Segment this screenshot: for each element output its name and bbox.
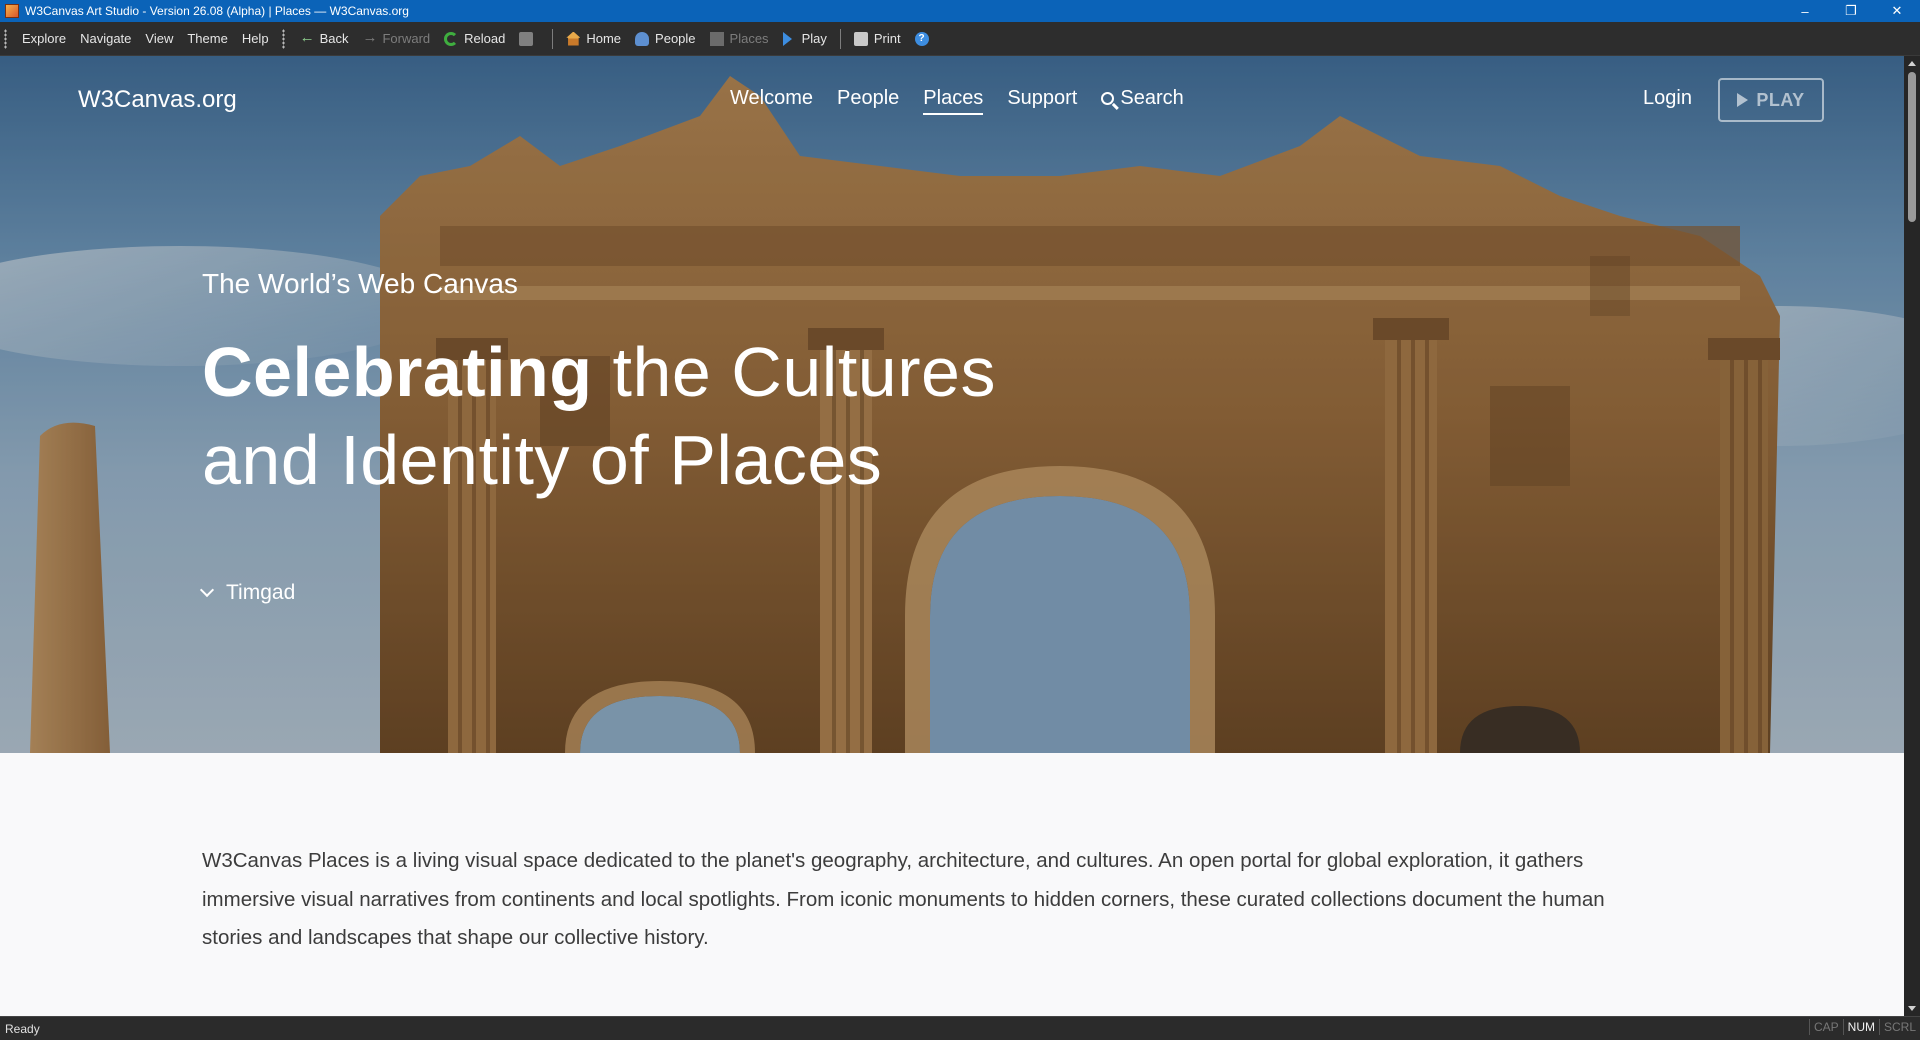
- play-icon: [782, 31, 792, 46]
- places-label: Places: [729, 31, 769, 46]
- print-label: Print: [873, 31, 901, 46]
- nav-search-label: Search: [1120, 87, 1184, 109]
- image-caption: Timgad: [226, 581, 296, 604]
- window-title: W3Canvas Art Studio - Version 26.08 (Alp…: [25, 4, 409, 18]
- play-label: Play: [801, 31, 827, 46]
- browser-viewport: W3Canvas.org Welcome People Places Suppo…: [0, 56, 1904, 1016]
- hero-section: W3Canvas.org Welcome People Places Suppo…: [0, 56, 1904, 753]
- scroll-lock-indicator: SCRL: [1878, 1019, 1920, 1035]
- close-button[interactable]: ✕: [1874, 0, 1920, 22]
- nav-search[interactable]: Search: [1101, 87, 1184, 115]
- printer-icon: [853, 31, 868, 46]
- forward-arrow-icon: [362, 29, 377, 46]
- menu-theme[interactable]: Theme: [180, 31, 234, 46]
- help-icon: ?: [914, 31, 929, 46]
- people-icon: [635, 31, 650, 46]
- headline-line-2: and Identity of Places: [202, 421, 883, 499]
- places-icon: [709, 31, 724, 46]
- nav-welcome[interactable]: Welcome: [730, 87, 813, 115]
- headline-bold: Celebrating: [202, 333, 593, 411]
- toolbar-grip[interactable]: [4, 28, 7, 49]
- menu-view[interactable]: View: [138, 31, 180, 46]
- toolbar-grip[interactable]: [281, 28, 285, 49]
- home-icon: [566, 31, 581, 46]
- intro-paragraph: W3Canvas Places is a living visual space…: [202, 849, 1605, 949]
- play-icon: [1737, 93, 1749, 107]
- title-bar: W3Canvas Art Studio - Version 26.08 (Alp…: [0, 0, 1920, 22]
- scroll-down-icon[interactable]: [1908, 1006, 1916, 1011]
- people-button[interactable]: People: [628, 31, 702, 46]
- headline-rest: the Cultures: [592, 333, 996, 411]
- caps-lock-indicator: CAP: [1808, 1019, 1843, 1035]
- print-button[interactable]: Print: [847, 31, 908, 46]
- home-label: Home: [586, 31, 622, 46]
- image-caption-toggle[interactable]: Timgad: [199, 581, 296, 605]
- help-button[interactable]: ?: [908, 31, 942, 46]
- scroll-thumb[interactable]: [1908, 72, 1916, 222]
- scroll-up-icon[interactable]: [1908, 61, 1916, 66]
- site-nav: Welcome People Places Support Search: [730, 87, 1184, 115]
- site-logo[interactable]: W3Canvas.org: [78, 86, 237, 114]
- stop-icon: [519, 31, 534, 46]
- key-indicators: CAP NUM SCRL: [1808, 1019, 1920, 1035]
- menu-navigate[interactable]: Navigate: [73, 31, 138, 46]
- menu-explore[interactable]: Explore: [15, 31, 73, 46]
- nav-places[interactable]: Places: [923, 87, 984, 115]
- forward-button[interactable]: Forward: [355, 29, 437, 47]
- menu-help[interactable]: Help: [235, 31, 276, 46]
- search-icon: [1101, 92, 1115, 105]
- back-arrow-icon: [300, 29, 315, 46]
- play-button-label: PLAY: [1756, 89, 1805, 110]
- restore-button[interactable]: ❐: [1828, 0, 1874, 22]
- home-button[interactable]: Home: [559, 31, 628, 46]
- reload-button[interactable]: Reload: [437, 31, 512, 46]
- hero-text: The World’s Web Canvas Celebrating the C…: [202, 268, 995, 499]
- hero-eyebrow: The World’s Web Canvas: [202, 268, 518, 299]
- vertical-scrollbar[interactable]: [1904, 56, 1920, 1016]
- site-header: W3Canvas.org Welcome People Places Suppo…: [0, 56, 1904, 136]
- login-link[interactable]: Login: [1643, 87, 1692, 110]
- toolbar-separator: [552, 28, 554, 49]
- window-controls: – ❐ ✕: [1782, 0, 1920, 22]
- chevron-down-icon: [199, 582, 215, 598]
- minimize-button[interactable]: –: [1782, 0, 1828, 22]
- play-button[interactable]: PLAY: [1718, 78, 1824, 122]
- people-label: People: [655, 31, 696, 46]
- app-icon: [5, 4, 19, 18]
- reload-icon: [444, 31, 459, 46]
- forward-label: Forward: [382, 31, 431, 46]
- back-label: Back: [319, 31, 349, 46]
- num-lock-indicator: NUM: [1842, 1019, 1879, 1035]
- back-button[interactable]: Back: [293, 29, 356, 47]
- play-toolbar-button[interactable]: Play: [776, 31, 834, 46]
- status-text: Ready: [5, 1021, 40, 1036]
- nav-people[interactable]: People: [837, 87, 899, 115]
- stop-button[interactable]: [512, 31, 546, 46]
- hero-headline: Celebrating the Cultures and Identity of…: [202, 328, 996, 504]
- toolbar: Explore Navigate View Theme Help Back Fo…: [0, 22, 1920, 56]
- reload-label: Reload: [464, 31, 506, 46]
- nav-support[interactable]: Support: [1007, 87, 1077, 115]
- status-bar: Ready CAP NUM SCRL: [0, 1016, 1920, 1040]
- toolbar-separator: [839, 28, 841, 49]
- places-button[interactable]: Places: [703, 31, 776, 46]
